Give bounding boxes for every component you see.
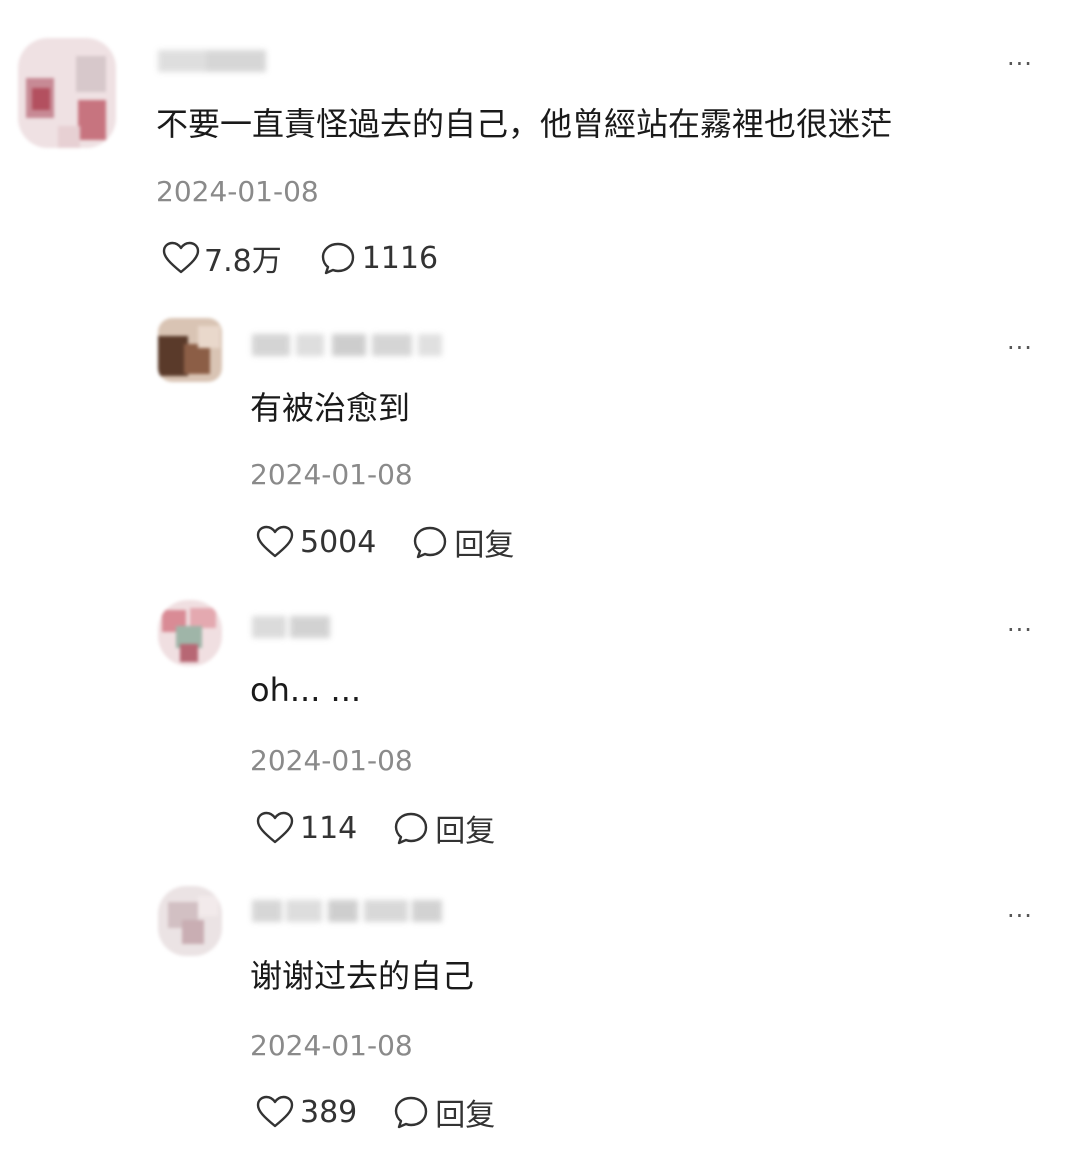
comment-actions: 389 回复	[256, 1090, 495, 1134]
like-count: 5004	[300, 524, 377, 560]
avatar[interactable]	[158, 318, 222, 382]
comment-text: 不要一直責怪過去的自己，他曾經站在霧裡也很迷茫	[156, 105, 893, 143]
speech-bubble-icon	[321, 242, 354, 275]
comment-text: 有被治愈到	[250, 389, 411, 427]
more-dots-icon: ···	[1007, 334, 1033, 362]
reply-button[interactable]: 回复	[393, 1090, 495, 1134]
username[interactable]	[252, 896, 444, 926]
like-button[interactable]: 5004	[256, 525, 376, 560]
more-options-button[interactable]: ···	[1000, 334, 1040, 362]
speech-bubble-icon	[414, 526, 447, 559]
avatar[interactable]	[18, 38, 116, 148]
heart-outline-icon	[256, 811, 294, 844]
heart-outline-icon	[162, 241, 200, 274]
reply-label: 回复	[435, 814, 496, 849]
more-dots-icon: ···	[1007, 50, 1033, 78]
comment-text: oh... ...	[250, 671, 362, 709]
comment-actions: 7.8万 1116	[162, 236, 438, 280]
username[interactable]	[158, 46, 270, 76]
heart-outline-icon	[256, 525, 294, 558]
comment-date: 2024-01-08	[250, 458, 413, 491]
reply-button[interactable]: 回复	[393, 806, 495, 850]
like-count: 389	[300, 1094, 358, 1130]
more-dots-icon: ···	[1007, 616, 1033, 644]
username[interactable]	[252, 330, 444, 360]
speech-bubble-icon	[395, 1096, 428, 1129]
comment-text: 谢谢过去的自己	[250, 957, 475, 995]
comment-actions: 5004 回复	[256, 520, 514, 564]
like-button[interactable]: 7.8万	[162, 236, 282, 280]
like-button[interactable]: 114	[256, 811, 357, 846]
like-count: 7.8万	[204, 244, 282, 279]
reply-button[interactable]: 回复	[412, 520, 514, 564]
username[interactable]	[252, 612, 332, 642]
reply-count: 1116	[361, 240, 439, 276]
comment-date: 2024-01-08	[156, 175, 319, 208]
reply-label: 回复	[435, 1098, 496, 1133]
like-button[interactable]: 389	[256, 1095, 357, 1130]
more-dots-icon: ···	[1007, 902, 1033, 930]
more-options-button[interactable]: ···	[1000, 616, 1040, 644]
comment-date: 2024-01-08	[250, 1029, 413, 1062]
avatar[interactable]	[158, 600, 222, 666]
like-count: 114	[300, 810, 358, 846]
heart-outline-icon	[256, 1095, 294, 1128]
reply-label: 回复	[454, 528, 515, 563]
comment-date: 2024-01-08	[250, 744, 413, 777]
speech-bubble-icon	[395, 812, 428, 845]
more-options-button[interactable]: ···	[1000, 902, 1040, 930]
reply-count-button[interactable]: 1116	[320, 241, 438, 276]
more-options-button[interactable]: ···	[1000, 50, 1040, 78]
avatar[interactable]	[158, 886, 222, 956]
comment-actions: 114 回复	[256, 806, 495, 850]
